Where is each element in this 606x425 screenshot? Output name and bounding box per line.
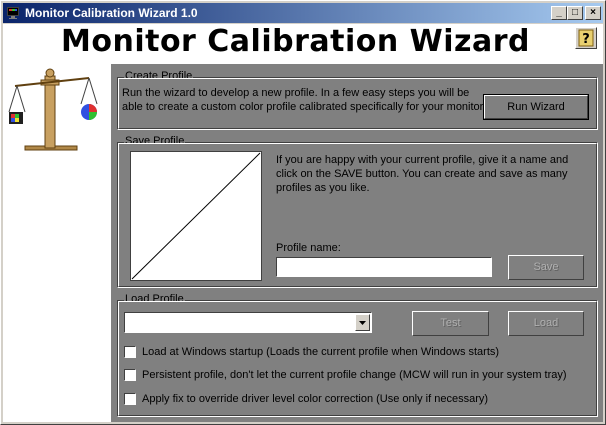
run-wizard-button[interactable]: Run Wizard [483, 94, 589, 120]
gamma-preview [130, 151, 262, 281]
create-profile-description-line2: able to create a custom color profile ca… [122, 101, 486, 113]
minimize-button[interactable]: _ [551, 6, 567, 20]
test-button[interactable]: Test [412, 311, 489, 336]
balance-scale-icon [8, 68, 98, 151]
page-title: Monitor Calibration Wizard [61, 24, 531, 59]
driver-fix-checkbox-label: Apply fix to override driver level color… [142, 393, 489, 405]
gamma-curve [131, 152, 261, 280]
save-profile-group: Save Profile If you are happy with your … [117, 135, 598, 288]
load-button[interactable]: Load [508, 311, 584, 336]
logo-panel [3, 64, 111, 422]
main-panel: Create Profile Run the wizard to develop… [111, 64, 603, 422]
help-glyph: ? [582, 32, 590, 47]
create-profile-description-line1: Run the wizard to develop a new profile.… [122, 87, 470, 99]
question-mark-icon: ? [578, 29, 594, 47]
dropdown-button[interactable] [355, 314, 370, 331]
create-profile-group: Create Profile Run the wizard to develop… [117, 70, 598, 130]
driver-fix-checkbox[interactable] [124, 393, 136, 405]
triangle-down-icon [359, 321, 366, 325]
monitor-icon [6, 6, 20, 20]
persistent-checkbox[interactable] [124, 369, 136, 381]
title-bar[interactable]: Monitor Calibration Wizard 1.0 _ □ × [3, 3, 603, 23]
close-button[interactable]: × [585, 6, 601, 20]
save-profile-legend: Save Profile [124, 135, 186, 147]
save-button[interactable]: Save [508, 255, 584, 280]
load-profile-group: Load Profile Test Load Load at Windows s… [117, 293, 598, 417]
profile-select[interactable] [124, 312, 372, 333]
main-window: Monitor Calibration Wizard 1.0 _ □ × Mon… [0, 0, 606, 425]
save-profile-description-line1: If you are happy with your current profi… [276, 154, 569, 166]
save-profile-description-line3: profiles as you like. [276, 182, 370, 194]
help-button[interactable]: ? [575, 27, 597, 49]
header-banner: Monitor Calibration Wizard [3, 24, 603, 64]
create-profile-legend: Create Profile [124, 70, 194, 82]
save-profile-description-line2: click on the SAVE button. You can create… [276, 168, 568, 180]
startup-checkbox-label: Load at Windows startup (Loads the curre… [142, 346, 500, 358]
window-title: Monitor Calibration Wizard 1.0 [25, 6, 198, 20]
startup-checkbox[interactable] [124, 346, 136, 358]
maximize-button[interactable]: □ [567, 6, 583, 20]
persistent-checkbox-label: Persistent profile, don't let the curren… [142, 369, 567, 381]
profile-name-input[interactable] [276, 257, 492, 277]
load-profile-legend: Load Profile [124, 293, 185, 305]
profile-name-label: Profile name: [276, 242, 341, 254]
